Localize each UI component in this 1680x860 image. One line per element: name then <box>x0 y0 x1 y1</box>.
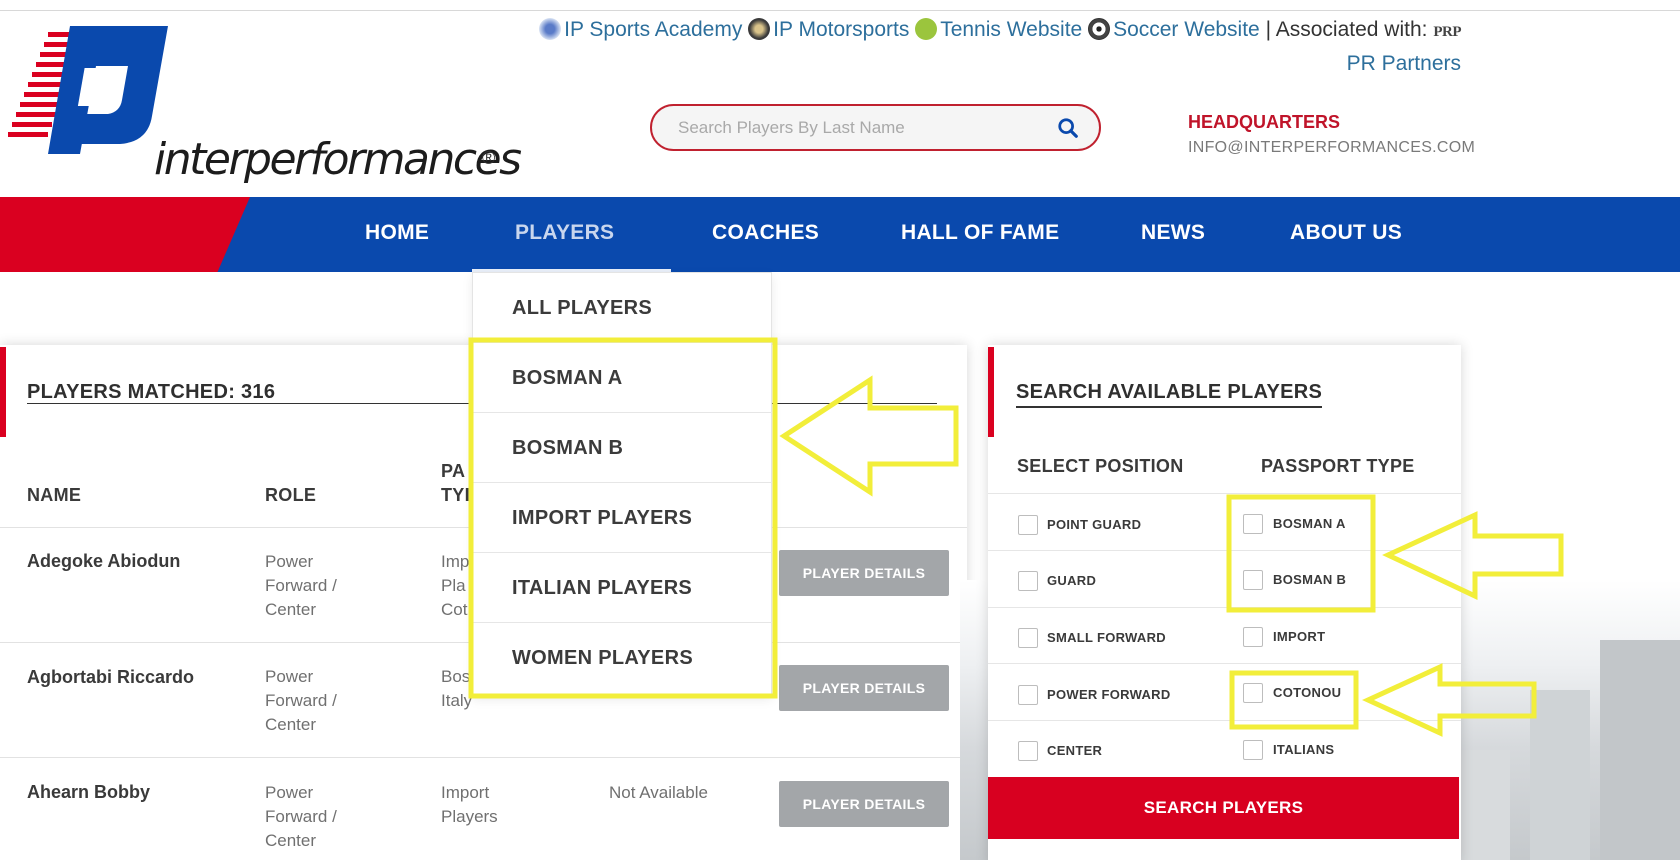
main-navigation: HOME PLAYERS COACHES HALL OF FAME NEWS A… <box>0 197 1680 272</box>
option-divider <box>988 550 1461 551</box>
search-panel-title: SEARCH AVAILABLE PLAYERS <box>1016 381 1323 408</box>
ip-sports-academy-link[interactable]: IP Sports Academy <box>564 18 742 41</box>
registered-mark: ® <box>482 148 496 168</box>
nav-hall-of-fame[interactable]: HALL OF FAME <box>901 221 1059 245</box>
headquarters-email[interactable]: INFO@INTERPERFORMANCES.COM <box>1188 139 1475 157</box>
dropdown-item-women-players[interactable]: WOMEN PLAYERS <box>473 623 772 693</box>
player-name[interactable]: Ahearn Bobby <box>27 782 150 803</box>
player-search-box <box>650 104 1101 151</box>
top-links-bar: IP Sports Academy IP Motorsports Tennis … <box>505 14 1461 80</box>
column-header-type: TYI <box>441 485 470 505</box>
tennis-website-link[interactable]: Tennis Website <box>940 18 1082 41</box>
nav-news[interactable]: NEWS <box>1141 221 1205 245</box>
dropdown-item-bosman-b[interactable]: BOSMAN B <box>473 413 772 483</box>
passport-checkbox-import[interactable] <box>1243 627 1263 647</box>
nav-coaches[interactable]: COACHES <box>712 221 819 245</box>
nav-home[interactable]: HOME <box>365 221 429 245</box>
panel-accent-bar <box>988 347 994 437</box>
dropdown-item-import-players[interactable]: IMPORT PLAYERS <box>473 483 772 553</box>
tennis-ball-icon <box>915 18 938 40</box>
prp-logo-icon: PRP <box>1433 24 1461 40</box>
search-icon[interactable] <box>1057 117 1079 139</box>
position-label: POINT GUARD <box>1047 517 1142 532</box>
passport-type-header: PASSPORT TYPE <box>1261 456 1415 476</box>
motorsports-icon <box>748 18 771 40</box>
interperformances-logo[interactable]: interperformances ® <box>8 26 522 185</box>
search-input[interactable] <box>678 116 1038 140</box>
player-name[interactable]: Adegoke Abiodun <box>27 551 180 572</box>
option-divider <box>988 720 1461 721</box>
row-divider <box>0 757 967 758</box>
position-checkbox-small-forward[interactable] <box>1018 628 1038 648</box>
option-divider <box>988 663 1461 664</box>
nav-players[interactable]: PLAYERS <box>515 221 614 245</box>
position-label: POWER FORWARD <box>1047 687 1171 702</box>
option-divider <box>988 607 1461 608</box>
sports-academy-icon <box>539 18 562 40</box>
position-checkbox-center[interactable] <box>1018 741 1038 761</box>
passport-label: ITALIANS <box>1273 742 1335 757</box>
nav-red-stripe <box>0 197 250 272</box>
position-label: CENTER <box>1047 743 1103 758</box>
player-availability: Not Available <box>609 783 708 802</box>
player-role: Power Forward / Center <box>265 667 337 734</box>
passport-checkbox-italians[interactable] <box>1243 740 1263 760</box>
soccer-website-link[interactable]: Soccer Website <box>1113 18 1260 41</box>
logo-wordmark: interperformances <box>154 134 522 185</box>
position-label: SMALL FORWARD <box>1047 630 1166 645</box>
player-name[interactable]: Agbortabi Riccardo <box>27 667 194 688</box>
passport-checkbox-bosman-b[interactable] <box>1243 570 1263 590</box>
passport-label: COTONOU <box>1273 685 1342 700</box>
associated-with-label: Associated with: <box>1275 18 1428 41</box>
search-available-players-panel: SEARCH AVAILABLE PLAYERS SELECT POSITION… <box>988 345 1461 860</box>
dropdown-item-bosman-a[interactable]: BOSMAN A <box>473 343 772 413</box>
position-checkbox-guard[interactable] <box>1018 571 1038 591</box>
player-role: Power Forward / Center <box>265 783 337 850</box>
link-separator: | <box>1265 18 1272 41</box>
players-dropdown-menu: ALL PLAYERS BOSMAN A BOSMAN B IMPORT PLA… <box>472 272 772 696</box>
option-divider <box>988 493 1461 494</box>
select-position-header: SELECT POSITION <box>1017 456 1184 476</box>
passport-label: BOSMAN A <box>1273 516 1346 531</box>
ip-motorsports-link[interactable]: IP Motorsports <box>773 18 909 41</box>
column-header-name: NAME <box>27 485 82 505</box>
dropdown-item-all-players[interactable]: ALL PLAYERS <box>473 273 772 343</box>
soccer-ball-icon <box>1088 18 1111 40</box>
panel-accent-bar <box>0 347 6 437</box>
column-header-passport: PA <box>441 461 466 481</box>
ip-logo-mark <box>8 26 168 154</box>
player-details-button[interactable]: PLAYER DETAILS <box>779 550 949 596</box>
player-passport: Import Players <box>441 783 498 826</box>
player-details-button[interactable]: PLAYER DETAILS <box>779 665 949 711</box>
headquarters-title: HEADQUARTERS <box>1188 112 1341 132</box>
search-players-button[interactable]: SEARCH PLAYERS <box>988 777 1459 839</box>
player-details-button[interactable]: PLAYER DETAILS <box>779 781 949 827</box>
position-label: GUARD <box>1047 573 1097 588</box>
passport-label: IMPORT <box>1273 629 1326 644</box>
player-role: Power Forward / Center <box>265 552 337 619</box>
position-checkbox-point-guard[interactable] <box>1018 515 1038 535</box>
top-divider <box>0 10 1680 11</box>
passport-label: BOSMAN B <box>1273 572 1347 587</box>
passport-checkbox-bosman-a[interactable] <box>1243 514 1263 534</box>
dropdown-item-italian-players[interactable]: ITALIAN PLAYERS <box>473 553 772 623</box>
passport-checkbox-cotonou[interactable] <box>1243 683 1263 703</box>
pr-partners-link[interactable]: PR Partners <box>1347 52 1461 75</box>
position-checkbox-power-forward[interactable] <box>1018 685 1038 705</box>
nav-about-us[interactable]: ABOUT US <box>1290 221 1402 245</box>
players-matched-count: PLAYERS MATCHED: 316 <box>27 381 276 403</box>
column-header-role: ROLE <box>265 485 317 505</box>
